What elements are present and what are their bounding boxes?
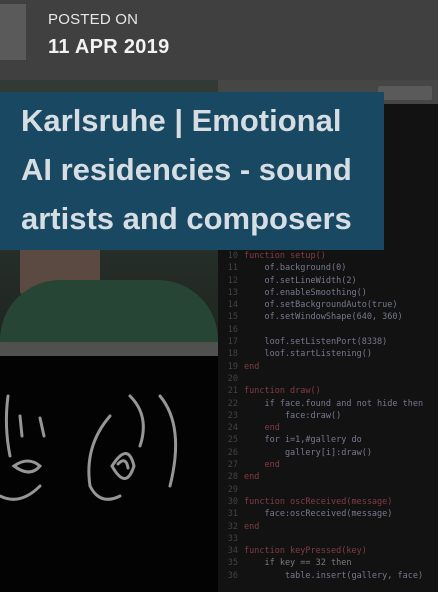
code-line: 14 of.setBackgroundAuto(true) xyxy=(218,299,438,311)
post-meta: POSTED ON 11 APR 2019 xyxy=(0,0,438,80)
code-line: 22 if face.found and not hide then xyxy=(218,398,438,410)
code-line: 31 face:oscReceived(message) xyxy=(218,508,438,520)
post-title[interactable]: Karlsruhe | Emotional AI residencies - s… xyxy=(21,96,376,243)
line-number: 28 xyxy=(227,472,238,483)
code-text: if key == 32 then xyxy=(244,558,352,569)
line-number: 30 xyxy=(227,496,238,507)
code-line: 29 xyxy=(218,484,438,496)
code-line: 12 of.setLineWidth(2) xyxy=(218,275,438,287)
code-line: 25 for i=1,#gallery do xyxy=(218,434,438,446)
line-number: 13 xyxy=(227,287,238,298)
code-text: for i=1,#gallery do xyxy=(244,435,362,446)
line-number: 19 xyxy=(227,361,238,372)
line-number: 17 xyxy=(227,337,238,348)
posted-on-label: POSTED ON xyxy=(48,11,139,28)
line-number: 15 xyxy=(227,312,238,323)
code-text: face:oscReceived(message) xyxy=(244,509,393,520)
code-text: end xyxy=(244,460,280,471)
line-number: 23 xyxy=(227,410,238,421)
line-number: 26 xyxy=(227,447,238,458)
code-text: face:draw() xyxy=(244,410,342,421)
code-line: 10 function setup() xyxy=(218,250,438,262)
line-number: 36 xyxy=(227,570,238,581)
person-shirt xyxy=(0,280,218,345)
code-line: 27 end xyxy=(218,459,438,471)
code-line: 16 xyxy=(218,324,438,336)
line-number: 32 xyxy=(227,521,238,532)
line-number: 29 xyxy=(227,484,238,495)
code-listing: 10 function setup() 11 of.background(0) 12 … xyxy=(218,250,438,582)
line-number: 31 xyxy=(227,509,238,520)
line-number: 35 xyxy=(227,558,238,569)
line-number: 22 xyxy=(227,398,238,409)
code-text: if face.found and not hide then xyxy=(244,398,424,409)
code-line: 23 face:draw() xyxy=(218,410,438,422)
post-date: 11 APR 2019 xyxy=(48,36,170,58)
code-line: 35 if key == 32 then xyxy=(218,557,438,569)
code-text: function keyPressed(key) xyxy=(244,546,367,557)
line-number: 10 xyxy=(227,251,238,261)
code-line: 13 of.enableSmoothing() xyxy=(218,287,438,299)
code-line: 26 gallery[i]:draw() xyxy=(218,447,438,459)
line-number: 16 xyxy=(227,324,238,335)
code-text: end xyxy=(244,521,260,532)
face-outline-drawing xyxy=(0,394,178,501)
code-line: 17 loof.setListenPort(8338) xyxy=(218,336,438,348)
post-card[interactable]: POSTED ON 11 APR 2019 10 function setup(… xyxy=(0,0,438,592)
code-text: function oscReceived(message) xyxy=(244,496,393,507)
code-text: of.enableSmoothing() xyxy=(244,287,367,298)
code-line: 15 of.setWindowShape(640, 360) xyxy=(218,311,438,323)
code-line: 30 function oscReceived(message) xyxy=(218,496,438,508)
code-text: of.background(0) xyxy=(244,263,347,274)
code-line: 19 end xyxy=(218,361,438,373)
code-text: of.setWindowShape(640, 360) xyxy=(244,312,403,323)
code-text: of.setBackgroundAuto(true) xyxy=(244,300,398,311)
code-line: 24 end xyxy=(218,422,438,434)
code-line: 21 function draw() xyxy=(218,385,438,397)
editor-tab xyxy=(378,86,432,100)
window-divider xyxy=(0,342,218,356)
code-line: 34 function keyPressed(key) xyxy=(218,545,438,557)
line-number: 24 xyxy=(227,423,238,434)
line-number: 27 xyxy=(227,460,238,471)
accent-block xyxy=(0,4,26,60)
code-text: table.insert(gallery, face) xyxy=(244,570,424,581)
code-line: 28 end xyxy=(218,471,438,483)
line-number: 14 xyxy=(227,300,238,311)
code-line: 32 end xyxy=(218,521,438,533)
line-number: 20 xyxy=(227,373,238,384)
line-number: 11 xyxy=(227,263,238,274)
line-number: 33 xyxy=(227,533,238,544)
code-text: loof.startListening() xyxy=(244,349,372,360)
code-text: of.setLineWidth(2) xyxy=(244,275,357,286)
code-text: function setup() xyxy=(244,251,326,261)
code-line: 33 xyxy=(218,533,438,545)
code-text: end xyxy=(244,472,260,483)
line-number: 12 xyxy=(227,275,238,286)
code-text: loof.setListenPort(8338) xyxy=(244,337,388,348)
line-number: 21 xyxy=(227,386,238,397)
code-line: 11 of.background(0) xyxy=(218,262,438,274)
code-text: end xyxy=(244,361,260,372)
line-number: 25 xyxy=(227,435,238,446)
line-number: 18 xyxy=(227,349,238,360)
code-text: function draw() xyxy=(244,386,321,397)
code-line: 18 loof.startListening() xyxy=(218,348,438,360)
code-line: 36 table.insert(gallery, face) xyxy=(218,570,438,582)
code-text: gallery[i]:draw() xyxy=(244,447,372,458)
face-tracking-view xyxy=(0,356,218,592)
code-text: end xyxy=(244,423,280,434)
code-line: 20 xyxy=(218,373,438,385)
line-number: 34 xyxy=(227,546,238,557)
